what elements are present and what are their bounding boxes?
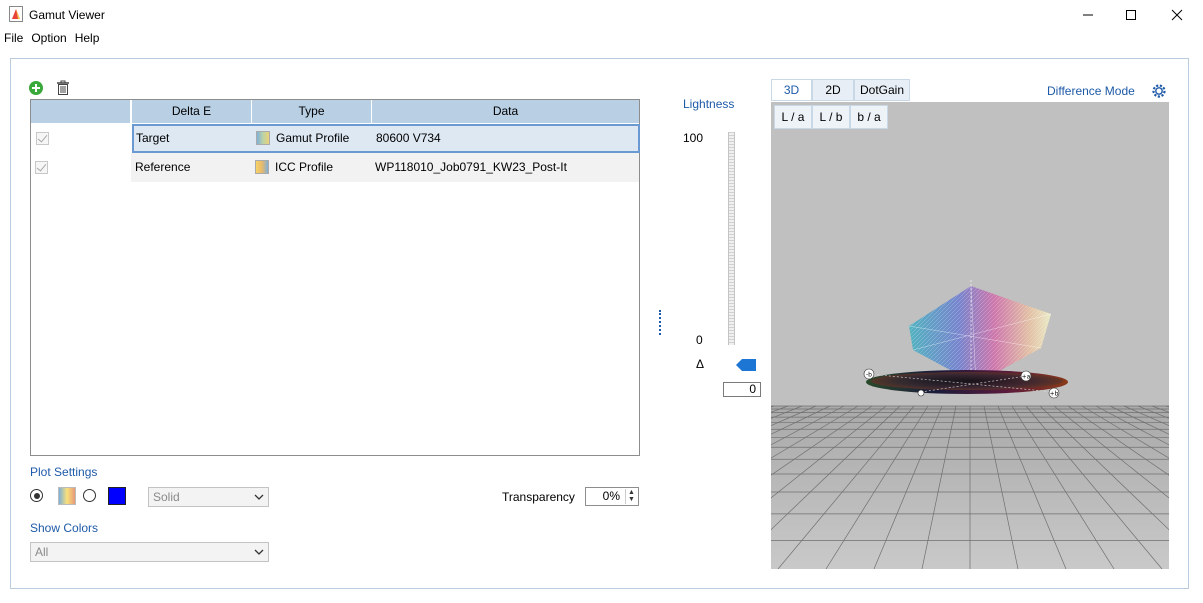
- menu-help[interactable]: Help: [71, 30, 104, 48]
- table-header: Delta E Type Data: [31, 100, 639, 123]
- lightness-value-input[interactable]: 0: [723, 382, 761, 397]
- show-colors-value: All: [35, 545, 49, 559]
- profile-table: Delta E Type Data Target Gamut Profile 8…: [30, 99, 640, 456]
- transparency-value: 0%: [602, 489, 620, 503]
- chevron-down-icon: [254, 494, 264, 500]
- axis-marker-minus-b: -b: [866, 372, 872, 379]
- cell-type: Gamut Profile: [276, 131, 350, 145]
- transparency-spinner[interactable]: 0% ▲ ▼: [585, 487, 639, 506]
- add-circle-icon[interactable]: [28, 80, 44, 96]
- tab-dotgain[interactable]: DotGain: [854, 79, 910, 101]
- solid-mode-radio[interactable]: [83, 489, 96, 502]
- tab-b-a[interactable]: b / a: [850, 105, 888, 129]
- tab-l-a[interactable]: L / a: [774, 105, 812, 129]
- cell-data: 80600 V734: [372, 124, 640, 153]
- lightness-min: 0: [696, 333, 703, 347]
- row-checkbox[interactable]: [36, 132, 49, 145]
- tab-l-b[interactable]: L / b: [812, 105, 850, 129]
- axis-marker-plus-b: +b: [1050, 391, 1059, 398]
- cell-delta-e: Reference: [131, 153, 251, 182]
- gamut-3d-viewport[interactable]: -b +a +b: [771, 102, 1169, 569]
- delta-symbol: Δ: [696, 357, 705, 371]
- chevron-down-icon: [254, 549, 264, 555]
- menu-option[interactable]: Option: [27, 30, 70, 48]
- table-row[interactable]: Target Gamut Profile 80600 V734: [31, 123, 640, 153]
- cell-data: WP118010_Job0791_KW23_Post-It: [371, 153, 639, 182]
- style-select[interactable]: Solid: [148, 487, 269, 507]
- row-checkbox[interactable]: [35, 161, 48, 174]
- style-select-value: Solid: [153, 490, 180, 504]
- minimize-button[interactable]: [1065, 0, 1111, 30]
- title-bar: Gamut Viewer: [0, 0, 1203, 30]
- difference-mode-label[interactable]: Difference Mode: [1047, 84, 1135, 98]
- window-title: Gamut Viewer: [29, 8, 105, 22]
- column-header-data[interactable]: Data: [372, 100, 639, 123]
- gear-icon[interactable]: [1151, 83, 1167, 99]
- minimize-icon: [1083, 14, 1093, 16]
- show-colors-label: Show Colors: [30, 521, 99, 535]
- transparency-label: Transparency: [502, 490, 575, 504]
- lightness-label: Lightness: [683, 97, 735, 111]
- axis-marker-plus-a: +a: [1022, 374, 1031, 381]
- maximize-icon: [1126, 10, 1136, 20]
- column-header-delta-e[interactable]: Delta E: [132, 100, 252, 123]
- plot-settings-label: Plot Settings: [30, 465, 98, 479]
- app-icon: [9, 6, 23, 22]
- cell-type: ICC Profile: [275, 160, 334, 174]
- tab-3d[interactable]: 3D: [771, 79, 812, 101]
- lightness-slider-track[interactable]: [728, 132, 735, 345]
- spinner-arrows-icon[interactable]: ▲ ▼: [625, 489, 637, 504]
- maximize-button[interactable]: [1108, 0, 1154, 30]
- icc-profile-icon: [255, 159, 269, 174]
- close-button[interactable]: [1154, 0, 1200, 30]
- column-header-check: [31, 100, 131, 123]
- trash-icon[interactable]: [55, 80, 71, 96]
- table-row[interactable]: Reference ICC Profile WP118010_Job0791_K…: [31, 153, 639, 183]
- show-colors-select[interactable]: All: [30, 542, 269, 562]
- menu-file[interactable]: File: [0, 30, 27, 48]
- gamut-profile-icon: [256, 130, 270, 145]
- lightness-max: 100: [683, 131, 704, 145]
- lab-disc: [866, 370, 1068, 394]
- panel-splitter[interactable]: [659, 310, 661, 335]
- tab-2d[interactable]: 2D: [812, 79, 854, 101]
- column-header-type[interactable]: Type: [252, 100, 372, 123]
- menu-bar: File Option Help: [0, 30, 103, 48]
- cell-delta-e: Target: [132, 124, 252, 153]
- gradient-color-swatch[interactable]: [58, 487, 76, 505]
- close-icon: [1171, 9, 1183, 21]
- gradient-mode-radio[interactable]: [30, 489, 43, 502]
- solid-color-swatch[interactable]: [108, 487, 126, 505]
- gamut-3d-render: -b +a +b: [771, 280, 1169, 569]
